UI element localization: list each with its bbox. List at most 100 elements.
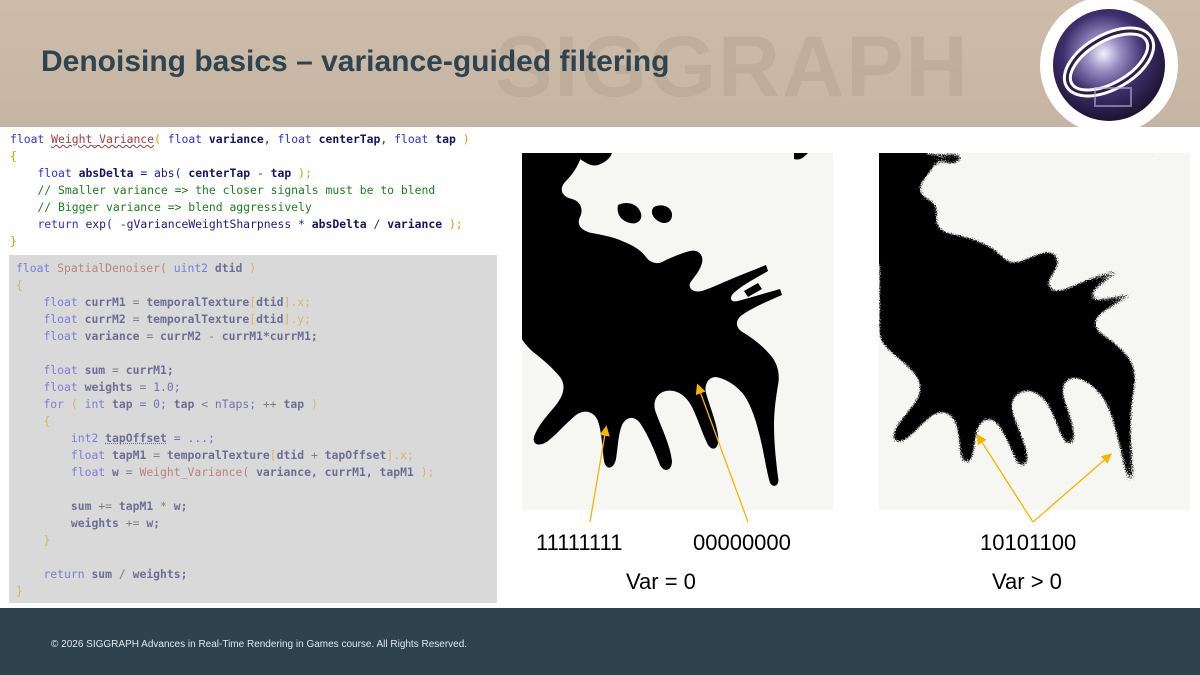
slide-header: SIGGRAPH Denoising basics – variance-gui… (0, 0, 1200, 127)
code-token: tap (173, 397, 195, 411)
code-token: temporalTexture (146, 312, 250, 326)
code-comment: // Bigger variance => blend aggressively (37, 200, 312, 214)
code-token: float (43, 329, 78, 343)
code-token: temporalTexture (166, 448, 270, 462)
code-token: = (132, 312, 140, 326)
code-token: dtid (256, 312, 284, 326)
code-token: tapOffset (105, 431, 167, 445)
code-token: ( (70, 397, 78, 411)
noisy-silhouette (879, 153, 1175, 486)
noisy-shadow-image (879, 153, 1190, 510)
code-token: currM2 (84, 312, 126, 326)
spatial-denoiser-code: float SpatialDenoiser( uint2 dtid ) { fl… (16, 260, 434, 600)
code-token: variance, (256, 465, 318, 479)
code-token: ); (448, 217, 463, 231)
code-token: , (380, 132, 388, 146)
code-token: tapOffset (324, 448, 387, 462)
code-token: SpatialDenoiser( (57, 261, 167, 275)
code-token: dtid (256, 295, 284, 309)
code-token: = abs( (140, 166, 182, 180)
code-token: currM1, (324, 465, 373, 479)
binary-silhouette (522, 153, 808, 486)
code-token: variance (387, 217, 443, 231)
caption-var-positive: Var > 0 (992, 569, 1062, 594)
code-token: = (153, 448, 161, 462)
code-token: tapM1 (379, 465, 414, 479)
code-token: currM2 (160, 329, 202, 343)
code-comment: // Smaller variance => the closer signal… (37, 183, 436, 197)
slide-title: Denoising basics – variance-guided filte… (41, 45, 670, 78)
code-token: float (10, 132, 45, 146)
code-token: Weight_Variance (51, 132, 155, 146)
code-token: ) (462, 132, 470, 146)
code-token: sum (91, 567, 113, 581)
code-token: nTaps; (214, 397, 257, 411)
code-token: return (43, 567, 85, 581)
code-token: currM1; (125, 363, 174, 377)
code-token: weights (84, 380, 133, 394)
code-token: < (201, 397, 209, 411)
code-token: float (43, 380, 78, 394)
code-token: float (70, 448, 106, 462)
code-token: dtid (276, 448, 305, 462)
code-token: [ (269, 448, 277, 462)
code-token: * (160, 499, 167, 513)
code-token: exp( -gVarianceWeightSharpness * (85, 217, 305, 231)
code-token: Weight_Variance( (139, 465, 250, 479)
code-token: - (256, 166, 264, 180)
code-token: float (394, 132, 429, 146)
code-token: tap (435, 132, 456, 146)
code-token: { (43, 414, 51, 428)
code-token: } (10, 234, 17, 248)
code-token: tapM1 (118, 499, 154, 513)
code-token: += (125, 516, 140, 530)
code-token: tap (270, 166, 292, 180)
code-token: / (373, 217, 381, 231)
code-token: return (37, 217, 79, 231)
code-token: w; (173, 499, 188, 513)
code-token: ) (249, 261, 257, 275)
code-token: float (43, 363, 78, 377)
code-token: tap (283, 397, 305, 411)
code-token: variance (208, 132, 264, 146)
code-token: , (263, 132, 271, 146)
weight-variance-code: float Weight_Variance( float variance, f… (10, 131, 470, 250)
code-token: } (43, 533, 51, 547)
code-token: float (167, 132, 203, 146)
code-token: absDelta (78, 166, 134, 180)
code-token: currM1*currM1; (221, 329, 318, 343)
code-token: ].x; (386, 448, 414, 462)
code-token: float (43, 312, 78, 326)
code-token: / (118, 567, 126, 581)
code-token: variance (84, 329, 140, 343)
code-token: centerTap (188, 166, 251, 180)
code-token: ].y; (283, 312, 311, 326)
code-token: ++ (262, 397, 277, 411)
code-token: w; (146, 516, 161, 530)
code-token: ].x; (283, 295, 311, 309)
code-token: centerTap (318, 132, 381, 146)
code-token: dtid (214, 261, 243, 275)
code-token: int (84, 397, 106, 411)
code-token: weights; (132, 567, 188, 581)
code-token: temporalTexture (146, 295, 250, 309)
code-token: w (112, 465, 119, 479)
code-token: ) (310, 397, 318, 411)
label-all-shadowed: 00000000 (693, 530, 791, 555)
code-token: weights (70, 516, 119, 530)
code-token: float (37, 166, 72, 180)
code-token: = (146, 329, 154, 343)
code-token: = ...; (173, 431, 215, 445)
binary-shadow-image (522, 153, 833, 510)
code-token: = (139, 380, 147, 394)
code-token: 1.0; (153, 380, 181, 394)
code-token: ); (298, 166, 312, 180)
code-token: sum (84, 363, 106, 377)
code-token: ( (154, 132, 161, 146)
code-token: uint2 (173, 261, 209, 275)
code-token: float (16, 261, 51, 275)
label-mixed-samples: 10101100 (980, 530, 1077, 555)
code-token: tap (112, 397, 133, 411)
code-line: float Weight_Variance( float variance, f… (10, 132, 470, 146)
code-token: { (16, 278, 23, 292)
